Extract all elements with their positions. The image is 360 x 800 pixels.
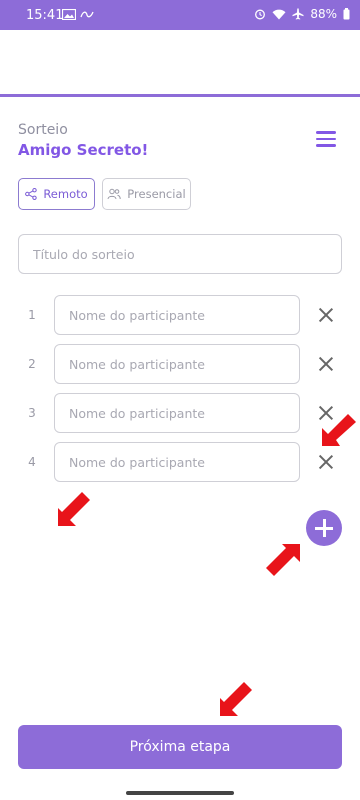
alarm-icon <box>255 9 266 20</box>
battery-percent: 88% <box>310 7 337 21</box>
mode-presencial-label: Presencial <box>127 187 186 201</box>
remove-participant-4-icon[interactable] <box>318 454 334 470</box>
participant-name-input-4[interactable] <box>54 442 300 482</box>
share-icon <box>25 188 38 200</box>
battery-icon <box>343 8 350 20</box>
menu-icon[interactable] <box>316 131 336 147</box>
annotation-arrow-icon <box>58 492 90 526</box>
next-step-label: Próxima etapa <box>129 739 231 755</box>
wifi-icon <box>272 9 286 19</box>
airplane-icon <box>292 8 304 20</box>
gallery-icon <box>62 9 76 20</box>
annotation-arrow-icon <box>220 682 252 716</box>
annotation-arrow-icon <box>322 414 356 446</box>
annotation-arrow-icon <box>266 544 300 576</box>
status-right: 88% <box>254 7 350 21</box>
mode-remote-button[interactable]: Remoto <box>18 178 95 210</box>
participant-number-2: 2 <box>28 357 36 371</box>
status-bar: 15:41 88% <box>0 0 360 30</box>
mode-presencial-button[interactable]: Presencial <box>102 178 191 210</box>
remove-participant-1-icon[interactable] <box>318 307 334 323</box>
add-participant-button[interactable] <box>306 510 342 546</box>
notification-icon <box>80 11 94 18</box>
page-title: Amigo Secreto! <box>18 141 149 159</box>
people-icon <box>107 188 121 200</box>
raffle-title-input[interactable] <box>18 234 342 274</box>
participant-number-4: 4 <box>28 455 36 469</box>
page-subtitle: Sorteio <box>18 122 68 138</box>
participant-number-3: 3 <box>28 406 36 420</box>
mode-remote-label: Remoto <box>43 187 88 201</box>
header-divider <box>0 94 360 97</box>
participant-number-1: 1 <box>28 308 36 322</box>
participant-name-input-2[interactable] <box>54 344 300 384</box>
remove-participant-2-icon[interactable] <box>318 356 334 372</box>
status-time: 15:41 <box>26 8 64 23</box>
participant-name-input-1[interactable] <box>54 295 300 335</box>
participant-name-input-3[interactable] <box>54 393 300 433</box>
gesture-bar <box>126 791 234 795</box>
next-step-button[interactable]: Próxima etapa <box>18 725 342 769</box>
